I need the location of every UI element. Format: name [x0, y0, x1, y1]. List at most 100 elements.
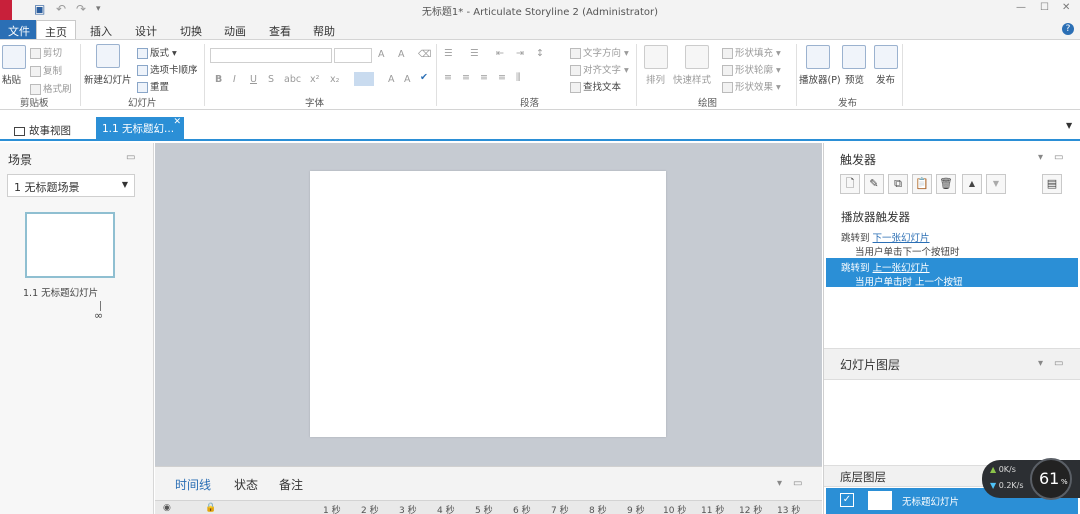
panel-restore-icon[interactable]: ▭	[793, 478, 802, 489]
arrange-button[interactable]: 排列	[646, 72, 665, 86]
format-painter-button[interactable]: 格式刷	[30, 81, 72, 95]
panel-menu-icon[interactable]: ▾	[1038, 152, 1043, 163]
player-icon[interactable]	[806, 45, 830, 69]
arrange-icon[interactable]	[644, 45, 668, 69]
decrease-indent-icon[interactable]: ⇤	[496, 48, 504, 59]
underline-button[interactable]: U	[250, 74, 257, 85]
tab-file[interactable]: 文件	[0, 20, 38, 39]
eye-icon[interactable]: ◉	[163, 503, 171, 513]
layer-visible-checkbox[interactable]: ✓	[840, 493, 854, 507]
player-button[interactable]: 播放器(P)	[799, 72, 841, 86]
close-window-icon[interactable]: ✕	[1062, 2, 1070, 13]
tab-notes[interactable]: 备注	[279, 476, 303, 493]
delete-trigger-icon[interactable]: 🗑	[936, 174, 956, 194]
tick-label: 2 秒	[361, 506, 379, 514]
memory-gauge[interactable]: 61 %	[1030, 458, 1072, 500]
columns-icon[interactable]: ⫼	[516, 72, 520, 83]
strike-abc-button[interactable]: abc	[284, 74, 301, 85]
tab-timeline[interactable]: 时间线	[175, 476, 211, 493]
trigger-target-link[interactable]: 下一张幻灯片	[873, 233, 930, 244]
paste-icon[interactable]	[2, 45, 26, 69]
help-icon[interactable]: ?	[1062, 23, 1074, 35]
clear-format-icon[interactable]: ⌫	[418, 49, 431, 60]
tab-slide-1-1[interactable]: 1.1 无标题幻... ✕	[96, 117, 184, 141]
line-spacing-icon[interactable]: ↕	[536, 48, 544, 59]
tab-help[interactable]: 帮助	[305, 20, 343, 39]
quick-styles-button[interactable]: 快速样式	[673, 72, 711, 86]
tab-order-button[interactable]: 选项卡顺序	[137, 62, 198, 76]
trigger-item[interactable]: 跳转到 下一张幻灯片 当用户单击下一个按钮时	[841, 230, 1077, 258]
shape-outline-button[interactable]: 形状轮廓 ▾	[722, 62, 781, 76]
move-up-icon[interactable]: ▲	[962, 174, 982, 194]
paste-trigger-icon[interactable]: 📋	[912, 174, 932, 194]
align-text-button[interactable]: 对齐文字 ▾	[570, 62, 629, 76]
panel-restore-icon[interactable]: ▭	[1054, 358, 1063, 369]
edit-trigger-icon[interactable]: ✎	[864, 174, 884, 194]
quick-styles-icon[interactable]	[685, 45, 709, 69]
panel-menu-icon[interactable]: ▾	[777, 478, 782, 489]
justify-icon[interactable]: ≡	[498, 72, 506, 83]
variables-icon[interactable]: ▤	[1042, 174, 1062, 194]
numbering-icon[interactable]: ☰	[470, 48, 479, 59]
minimize-icon[interactable]: —	[1016, 2, 1026, 13]
shrink-font-icon[interactable]: A	[398, 49, 405, 60]
align-right-icon[interactable]: ≡	[480, 72, 488, 83]
panel-restore-icon[interactable]: ▭	[126, 152, 135, 163]
new-slide-icon[interactable]	[96, 44, 120, 68]
tab-transitions[interactable]: 切换	[172, 20, 210, 39]
text-direction-button[interactable]: 文字方向 ▾	[570, 45, 629, 59]
align-left-icon[interactable]: ≡	[444, 72, 452, 83]
font-color-icon[interactable]: A	[388, 74, 395, 85]
italic-button[interactable]: I	[233, 74, 236, 85]
font-family-combo[interactable]	[210, 48, 332, 63]
cut-button[interactable]: 剪切	[30, 45, 62, 59]
story-view-icon	[14, 126, 25, 136]
tab-insert[interactable]: 插入	[82, 20, 120, 39]
close-tab-icon[interactable]: ✕	[173, 117, 181, 127]
move-down-icon[interactable]: ▼	[986, 174, 1006, 194]
new-trigger-icon[interactable]: 🗋	[840, 174, 860, 194]
preview-icon[interactable]	[842, 45, 866, 69]
grow-font-icon[interactable]: A	[378, 49, 385, 60]
find-text-button[interactable]: 查找文本	[570, 79, 621, 93]
lock-icon[interactable]: 🔒	[205, 503, 216, 513]
tab-states[interactable]: 状态	[234, 476, 258, 493]
spell-check-icon[interactable]: ✔	[420, 72, 428, 83]
paste-button[interactable]: 粘贴	[2, 72, 21, 86]
highlight-color-button[interactable]	[354, 72, 374, 86]
maximize-icon[interactable]: ☐	[1040, 2, 1049, 13]
trigger-item-selected[interactable]: 跳转到 上一张幻灯片 当用户单击时 上一个按钮	[826, 258, 1078, 288]
publish-button[interactable]: 发布	[876, 72, 895, 86]
preview-button[interactable]: 预览	[845, 72, 864, 86]
layout-button[interactable]: 版式 ▾	[137, 45, 177, 59]
strikethrough-button[interactable]: S	[268, 74, 274, 85]
tab-animations[interactable]: 动画	[216, 20, 254, 39]
tab-design[interactable]: 设计	[127, 20, 165, 39]
superscript-icon[interactable]: x²	[310, 74, 319, 85]
text-case-icon[interactable]: A	[404, 74, 411, 85]
copy-button[interactable]: 复制	[30, 63, 62, 77]
publish-icon[interactable]	[874, 45, 898, 69]
bullets-icon[interactable]: ☰	[444, 48, 453, 59]
shape-effects-button[interactable]: 形状效果 ▾	[722, 79, 781, 93]
slide-thumbnail[interactable]	[25, 212, 115, 278]
increase-indent-icon[interactable]: ⇥	[516, 48, 524, 59]
slide-canvas[interactable]	[310, 171, 666, 437]
align-center-icon[interactable]: ≡	[462, 72, 470, 83]
link-icon[interactable]: ∞	[94, 309, 103, 322]
tabs-dropdown-icon[interactable]: ▼	[1066, 121, 1072, 130]
bold-button[interactable]: B	[215, 74, 222, 85]
tab-home[interactable]: 主页	[36, 20, 76, 39]
panel-restore-icon[interactable]: ▭	[1054, 152, 1063, 163]
trigger-target-link[interactable]: 上一张幻灯片	[873, 263, 930, 274]
font-size-combo[interactable]	[334, 48, 372, 63]
tab-story-view[interactable]: 故事视图	[8, 119, 79, 141]
copy-trigger-icon[interactable]: ⧉	[888, 174, 908, 194]
tab-view[interactable]: 查看	[261, 20, 299, 39]
reset-button[interactable]: 重置	[137, 79, 169, 93]
shape-fill-button[interactable]: 形状填充 ▾	[722, 45, 781, 59]
new-slide-button[interactable]: 新建幻灯片	[84, 72, 132, 86]
scene-select[interactable]: 1 无标题场景 ▼	[7, 174, 135, 197]
panel-menu-icon[interactable]: ▾	[1038, 358, 1043, 369]
subscript-icon[interactable]: x₂	[330, 74, 339, 85]
